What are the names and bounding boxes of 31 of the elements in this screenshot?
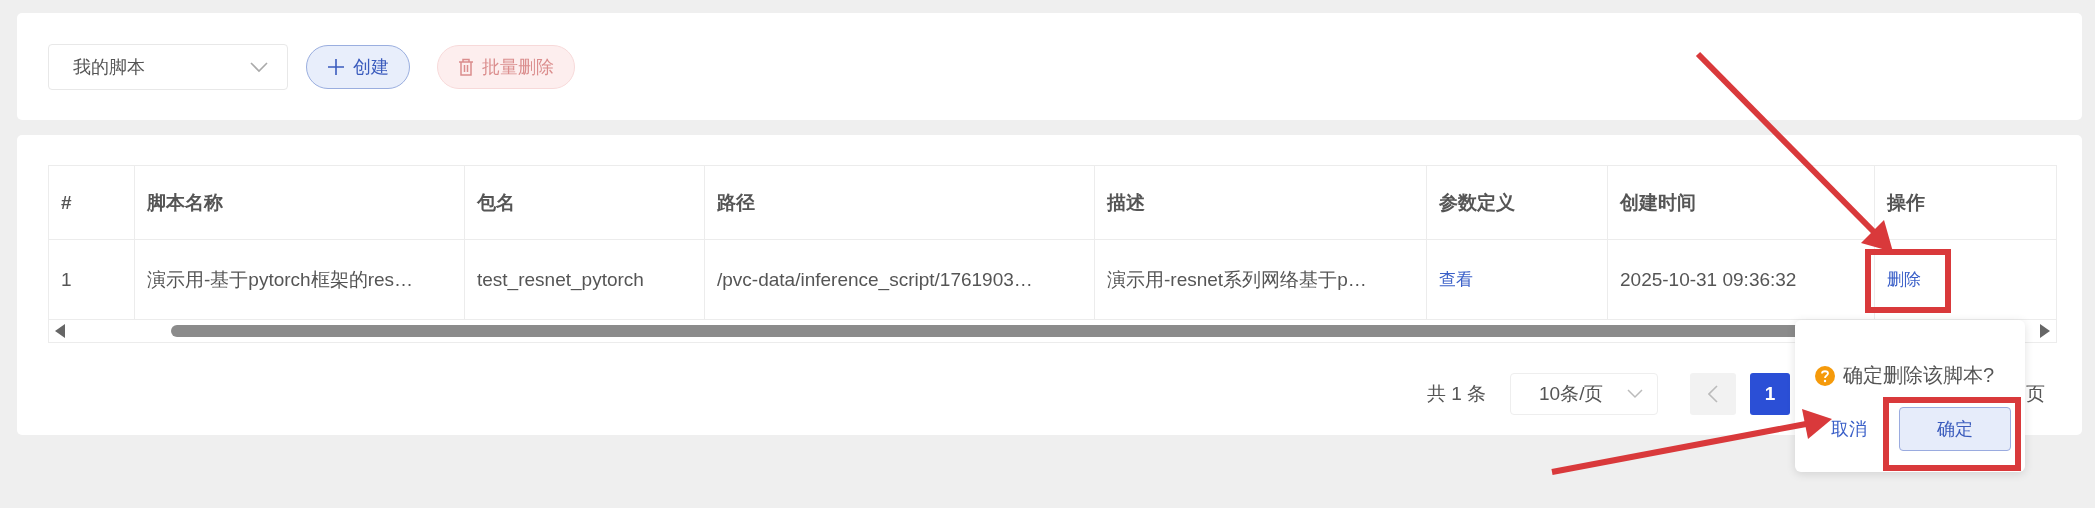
- column-header: 操作: [1885, 190, 1926, 215]
- chevron-left-icon: [1708, 385, 1718, 403]
- table-cell: 演示用-resnet系列网络基于p…: [1095, 240, 1427, 319]
- column-header: 包名: [465, 166, 705, 239]
- table-cell: 1: [49, 240, 135, 319]
- chevron-down-icon: [1627, 389, 1643, 399]
- question-icon: [1815, 365, 1835, 386]
- column-header: 路径: [705, 166, 1095, 239]
- page-size-select[interactable]: 10条/页: [1510, 373, 1658, 415]
- column-header: 参数定义: [1427, 166, 1608, 239]
- create-button[interactable]: 创建: [306, 44, 410, 89]
- column-header: #: [49, 166, 135, 239]
- chevron-down-icon: [249, 60, 269, 73]
- page-button[interactable]: 1: [1750, 373, 1790, 415]
- scroll-left-icon: [55, 324, 65, 338]
- column-header: 脚本名称: [135, 166, 465, 239]
- script-filter-select[interactable]: 我的脚本: [48, 43, 288, 90]
- scroll-right-icon: [2040, 324, 2050, 338]
- view-link[interactable]: 查看: [1439, 268, 1473, 291]
- table-cell: test_resnet_pytorch: [465, 240, 705, 319]
- total-count: 共 1 条: [1426, 382, 1486, 406]
- table-cell: 演示用-基于pytorch框架的res…: [135, 240, 465, 319]
- confirm-message: 确定删除该脚本?: [1843, 363, 1995, 388]
- trash-icon: [458, 57, 474, 76]
- cancel-button[interactable]: 取消: [1831, 417, 1867, 441]
- confirm-button[interactable]: 确定: [1899, 407, 2011, 451]
- table-cell: /pvc-data/inference_script/1761903…: [705, 240, 1095, 319]
- plus-icon: [327, 57, 345, 76]
- page-unit-label: 页: [2026, 382, 2045, 406]
- delete-link[interactable]: 删除: [1887, 268, 1921, 291]
- column-header: 描述: [1095, 166, 1427, 239]
